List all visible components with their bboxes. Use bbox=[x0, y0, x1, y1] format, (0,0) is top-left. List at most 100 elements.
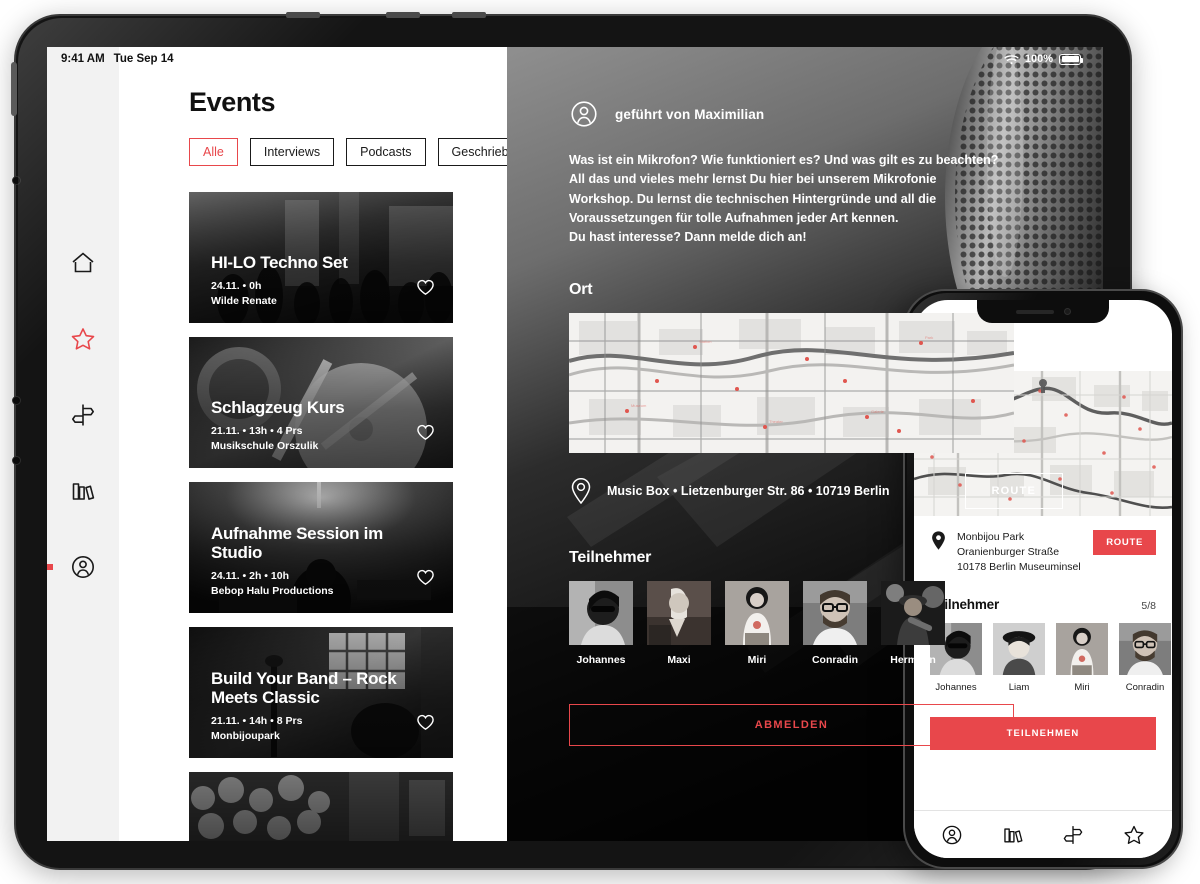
heart-icon[interactable] bbox=[416, 568, 435, 587]
event-card-meta-date: 21.11. • 13h • 4 Prs bbox=[211, 425, 303, 438]
profile-icon bbox=[569, 99, 599, 129]
event-card-meta-date: 24.11. • 2h • 10h bbox=[211, 570, 289, 583]
filter-chip-podcasts[interactable]: Podcasts bbox=[346, 138, 426, 166]
event-card-title: Aufnahme Session im Studio bbox=[211, 524, 383, 563]
filter-chip-geschrieben[interactable]: Geschrieben bbox=[437, 138, 507, 166]
heart-icon[interactable] bbox=[416, 423, 435, 442]
attendee-item[interactable]: Maxi bbox=[647, 581, 711, 666]
sidebar-item-home[interactable] bbox=[63, 243, 103, 283]
event-card-list: HI-LO Techno Set 24.11. • 0h Wilde Renat… bbox=[189, 192, 507, 841]
location-address: Music Box • Lietzenburger Str. 86 • 1071… bbox=[607, 484, 890, 499]
filter-chip-group: Alle Interviews Podcasts Geschrieben bbox=[189, 138, 507, 166]
event-card-meta-date: 24.11. • 0h bbox=[211, 280, 262, 293]
avatar bbox=[569, 581, 633, 646]
attendee-name: Conradin bbox=[1125, 681, 1165, 693]
attendee-name: Conradin bbox=[811, 654, 859, 667]
sidebar-item-library[interactable] bbox=[63, 471, 103, 511]
avatar bbox=[647, 581, 711, 646]
attendee-item[interactable]: Hermann bbox=[881, 581, 945, 666]
filter-chip-interviews[interactable]: Interviews bbox=[249, 138, 335, 166]
event-card-text: Schlagzeug Kurs 21.11. • 13h • 4 Prs Mus… bbox=[211, 398, 401, 454]
attendee-item[interactable]: Johannes bbox=[569, 581, 633, 666]
attendee-item[interactable]: Conradin bbox=[803, 581, 867, 666]
tablet-side-dot-1 bbox=[12, 176, 21, 185]
event-card[interactable]: Aufnahme Session im Studio 24.11. • 2h •… bbox=[189, 482, 453, 613]
event-card-meta-venue: Musikschule Orszulik bbox=[211, 440, 319, 453]
attendee-name: Maxi bbox=[667, 654, 691, 667]
heart-icon[interactable] bbox=[416, 278, 435, 297]
heart-icon[interactable] bbox=[416, 713, 435, 732]
event-card-overlay bbox=[189, 772, 453, 841]
event-card-text: Build Your Band – Rock Meets Classic 21.… bbox=[211, 669, 401, 744]
battery-icon bbox=[1059, 53, 1083, 65]
status-bar: 9:41 AM Tue Sep 14 100% bbox=[47, 47, 1103, 71]
event-card-title: Build Your Band – Rock Meets Classic bbox=[211, 669, 397, 708]
event-card-meta-date: 21.11. • 14h • 8 Prs bbox=[211, 715, 303, 728]
location-address-row: Music Box • Lietzenburger Str. 86 • 1071… bbox=[569, 473, 1063, 510]
events-list-column: Events Alle Interviews Podcasts Geschrie… bbox=[119, 47, 507, 841]
event-detail-panel: geführt von Maximilian Was ist ein Mikro… bbox=[507, 47, 1103, 841]
tablet-app-body: Events Alle Interviews Podcasts Geschrie… bbox=[47, 47, 1103, 841]
speaker-grille bbox=[1015, 309, 1054, 314]
tablet-top-button-2 bbox=[386, 12, 420, 18]
wifi-icon bbox=[1004, 54, 1019, 65]
svg-text:Galerie: Galerie bbox=[871, 409, 885, 414]
active-indicator-dot bbox=[47, 564, 53, 570]
map-pin-icon bbox=[569, 477, 593, 505]
svg-text:Theater: Theater bbox=[769, 419, 783, 424]
svg-text:Station: Station bbox=[699, 339, 711, 344]
event-card[interactable]: Build Your Band – Rock Meets Classic 21.… bbox=[189, 627, 453, 758]
page-title: Events bbox=[189, 87, 276, 117]
tablet-screen: Events Alle Interviews Podcasts Geschrie… bbox=[47, 47, 1103, 841]
tablet-top-button-1 bbox=[286, 12, 320, 18]
location-section-title: Ort bbox=[569, 281, 593, 299]
svg-text:Museum: Museum bbox=[631, 403, 647, 408]
tablet-volume-button bbox=[11, 62, 17, 116]
filter-chip-alle[interactable]: Alle bbox=[189, 138, 238, 166]
books-icon bbox=[70, 478, 96, 504]
event-card-meta-venue: Bebop Halu Productions bbox=[211, 585, 334, 598]
detail-content: geführt von Maximilian Was ist ein Mikro… bbox=[507, 47, 1103, 841]
event-card[interactable]: HI-LO Techno Set 24.11. • 0h Wilde Renat… bbox=[189, 192, 453, 323]
sidebar-item-favorites[interactable] bbox=[63, 319, 103, 359]
event-card-text: Aufnahme Session im Studio 24.11. • 2h •… bbox=[211, 524, 401, 599]
avatar bbox=[803, 581, 867, 646]
event-card-meta-venue: Wilde Renate bbox=[211, 295, 277, 308]
location-map[interactable]: Museum Station Theater Galerie Park bbox=[569, 313, 1014, 454]
sidebar-item-profile[interactable] bbox=[47, 547, 103, 587]
phone-attendees-count: 5/8 bbox=[1141, 599, 1156, 612]
attendee-name: Miri bbox=[747, 654, 767, 667]
battery-percent: 100% bbox=[1024, 53, 1053, 65]
status-bar-right: 100% bbox=[1004, 53, 1083, 65]
phone-nav-item-favorites[interactable] bbox=[1117, 818, 1151, 852]
event-host-name: geführt von Maximilian bbox=[615, 106, 765, 122]
front-camera bbox=[1063, 308, 1071, 315]
event-card[interactable] bbox=[189, 772, 453, 841]
star-icon bbox=[1123, 824, 1145, 846]
event-card[interactable]: Schlagzeug Kurs 21.11. • 13h • 4 Prs Mus… bbox=[189, 337, 453, 468]
signpost-icon bbox=[70, 402, 96, 428]
phone-notch bbox=[977, 300, 1109, 323]
avatar bbox=[1119, 622, 1171, 675]
tablet-side-dot-3 bbox=[12, 456, 21, 465]
sidebar-item-events[interactable] bbox=[63, 395, 103, 435]
avatar bbox=[881, 581, 945, 646]
attendee-name: Hermann bbox=[890, 654, 936, 667]
sidebar-nav bbox=[47, 47, 119, 841]
home-icon bbox=[70, 250, 96, 276]
unregister-button[interactable]: ABMELDEN bbox=[569, 704, 1014, 747]
route-button[interactable]: ROUTE bbox=[964, 473, 1063, 510]
event-card-title: Schlagzeug Kurs bbox=[211, 398, 345, 418]
status-bar-left: 9:41 AM Tue Sep 14 bbox=[61, 53, 174, 65]
event-description: Was ist ein Mikrofon? Wie funktioniert e… bbox=[569, 153, 999, 244]
attendee-item[interactable]: Miri bbox=[725, 581, 789, 666]
star-icon bbox=[70, 326, 96, 352]
screenshot-stage: Events Alle Interviews Podcasts Geschrie… bbox=[0, 0, 1200, 884]
attendee-item[interactable]: Conradin bbox=[1119, 622, 1171, 693]
tablet-top-button-3 bbox=[452, 12, 486, 18]
attendees-section-title: Teilnehmer bbox=[569, 549, 652, 567]
event-card-text: HI-LO Techno Set 24.11. • 0h Wilde Renat… bbox=[211, 253, 401, 309]
tablet-side-dot-2 bbox=[12, 396, 21, 405]
attendees-list: Johannes Maxi Miri Conradin Hermann bbox=[569, 581, 1063, 666]
svg-text:Park: Park bbox=[925, 335, 933, 340]
